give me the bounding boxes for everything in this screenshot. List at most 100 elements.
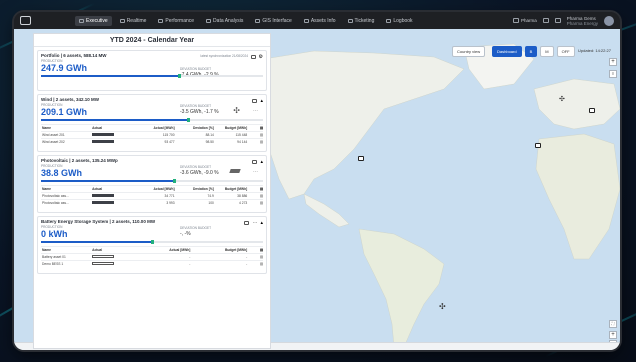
settings-icon[interactable]: ⚙ [259,54,263,60]
asset-marker[interactable] [358,156,364,161]
progress-fill [41,180,175,182]
table-chart-icon[interactable]: ▤ [247,187,263,191]
portfolio-progress-bar [41,74,263,78]
nav-item-logbook[interactable]: Logbook [382,16,416,26]
row-chart-icon[interactable]: ▥ [247,133,263,137]
nav-item-label: Logbook [393,17,413,24]
actual-bar [92,201,131,205]
app-logo-icon[interactable] [20,16,31,25]
updated-timestamp: Updated: 14:22:27 [578,48,611,53]
row-name: Wind asset 202 [42,140,65,144]
toggle-icon[interactable] [252,160,258,164]
progress-fill [41,241,152,243]
col-budget[interactable]: Budget [MWh] [214,187,247,191]
wind-turbine-marker-icon[interactable]: ✣ [559,95,565,103]
solar-panel-icon [229,169,241,173]
budget-marker [173,179,177,183]
col-actual-mwh[interactable]: Actual [MWh] [131,187,175,191]
toggle-icon[interactable] [252,99,258,103]
col-actual[interactable]: Actual [92,248,131,252]
col-deviation[interactable]: Deviation [%] [175,126,214,130]
bess-card: Battery Energy Storage System | 2 assets… [37,216,267,274]
table-chart-icon[interactable]: ▤ [247,248,263,252]
more-icon[interactable]: ⋯ [252,220,257,226]
toggle-c-button[interactable]: OFF [556,46,575,57]
row-chart-icon[interactable]: ▥ [247,140,263,144]
col-actual-mwh[interactable]: Actual [MWh] [131,248,190,252]
toggle-a-button[interactable]: B [524,46,538,57]
fullscreen-icon[interactable]: ⛶ [609,320,617,328]
company-switcher[interactable]: Pharma [512,18,537,23]
chevron-up-icon[interactable]: ▴ [260,159,263,165]
book-icon [386,18,392,23]
toggle-b-button[interactable]: M [540,46,554,57]
table-row[interactable]: Wind asset 202 93 477 98.50 94 144 ▥ [41,138,263,145]
layers-icon[interactable]: ≡ [609,70,617,78]
app-window: Executive Realtime Performance Data Analysi… [14,12,620,350]
table-chart-icon[interactable]: ▤ [247,126,263,130]
avatar[interactable] [604,15,614,26]
col-name[interactable]: Name [41,126,92,130]
table-row[interactable]: Photovoltaic ass... 34 771 74.9 38 886 ▥ [41,192,263,199]
asset-marker[interactable] [535,143,541,148]
actual-bar [92,262,131,266]
wind-card: Wind | 2 assets, 342.10 MW ▴ PRODUCTION … [37,94,267,152]
col-actual-mwh[interactable]: Actual [MWh] [131,126,175,130]
map-zoom-in-button[interactable]: + [609,58,617,66]
more-icon[interactable]: ⋯ [253,169,258,175]
link-icon[interactable] [542,18,549,23]
wind-progress-bar [41,118,263,122]
more-icon[interactable]: ⋯ [253,108,258,114]
ticket-icon [347,18,353,23]
nav-item-executive[interactable]: Executive [75,15,112,26]
nav-item-label: Assets Info [310,17,336,24]
col-name[interactable]: Name [41,248,92,252]
nav-item-realtime[interactable]: Realtime [116,16,151,26]
deviation-value: -3.5 GWh, -1.7 % [180,109,219,115]
user-info[interactable]: Pharma Gems Pharma Energy [567,16,598,26]
col-budget[interactable]: Budget [MWh] [190,248,247,252]
row-actual: - [189,255,191,259]
row-actual: 3 993 [166,201,175,205]
north-america-land [263,50,465,200]
users-icon[interactable] [554,18,561,23]
wind-turbine-marker-icon[interactable]: ✣ [439,302,446,311]
chevron-up-icon[interactable]: ▴ [260,98,263,104]
background-stage: Executive Realtime Performance Data Analysi… [0,0,636,362]
col-deviation[interactable]: Deviation [%] [175,187,214,191]
deviation-label: DEVIATION BUDGET [180,226,212,230]
info-icon [303,18,309,23]
pv-card: Photovoltaic | 2 assets, 135.24 MWp ▴ PR… [37,155,267,213]
country-view-button[interactable]: Country view [452,46,486,57]
table-row[interactable]: Photovoltaic ass... 3 993 100 4 273 ▥ [41,199,263,206]
col-budget[interactable]: Budget [MWh] [214,126,247,130]
zoom-in-icon[interactable]: + [609,331,617,339]
col-actual[interactable]: Actual [92,126,131,130]
asset-marker[interactable] [589,108,595,113]
nav-item-gis-interface[interactable]: GIS Interface [251,16,295,26]
row-chart-icon[interactable]: ▥ [247,255,263,259]
calendar-icon[interactable] [250,55,256,59]
col-actual[interactable]: Actual [92,187,131,191]
nav-item-performance[interactable]: Performance [154,16,198,26]
row-deviation: 74.9 [207,194,214,198]
user-org: Pharma Energy [566,20,598,26]
wind-header: Wind | 2 assets, 342.10 MW [41,97,99,102]
deviation-label: DEVIATION BUDGET [180,67,212,71]
row-chart-icon[interactable]: ▥ [247,201,263,205]
row-chart-icon[interactable]: ▥ [247,194,263,198]
table-row[interactable]: Wind asset 201 115 700 88.14 115 448 ▥ [41,131,263,138]
nav-item-assets-info[interactable]: Assets Info [300,16,340,26]
deviation-value: -3.6 GWh, -9.0 % [180,170,219,176]
nav-item-ticketing[interactable]: Ticketing [344,16,379,26]
col-name[interactable]: Name [41,187,92,191]
row-chart-icon[interactable]: ▥ [247,262,263,266]
dashboard-button[interactable]: Dashboard [492,46,522,57]
pv-progress-bar [41,179,263,183]
deviation-label: DEVIATION BUDGET [180,104,212,108]
nav-item-data-analysis[interactable]: Data Analysis [202,16,247,26]
row-budget: 115 448 [235,133,248,137]
table-row[interactable]: Battery asset 01 - - ▥ [41,253,263,260]
table-row[interactable]: Demo BESS 1 - - ▥ [41,260,263,267]
chevron-up-icon[interactable]: ▴ [260,220,263,226]
